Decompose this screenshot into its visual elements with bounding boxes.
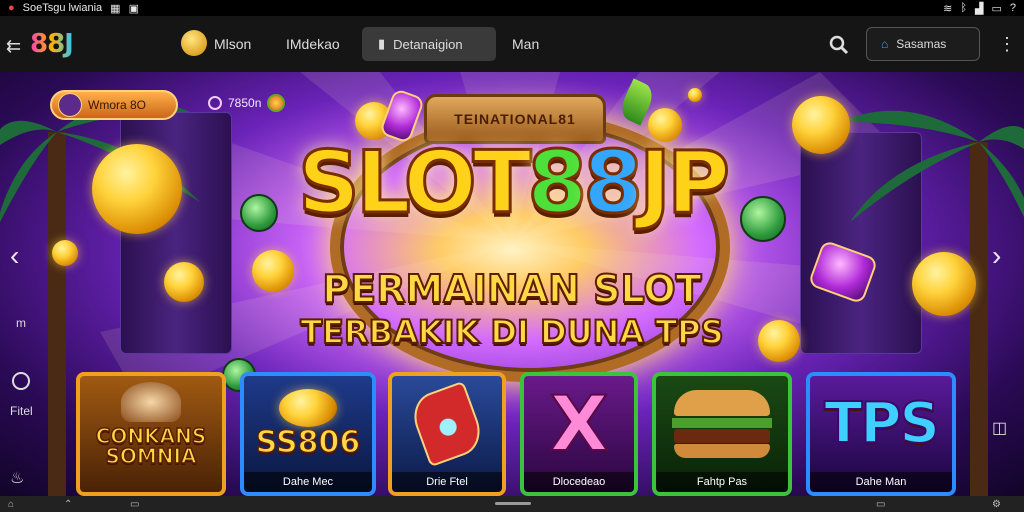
card-art: SS806 (244, 376, 372, 472)
photo-icon[interactable]: ◫ (992, 418, 1007, 438)
battery-icon: ▭ (991, 2, 1002, 15)
clock-icon[interactable] (12, 372, 30, 390)
card-label: Dlocedeao (524, 472, 634, 492)
green-gem (240, 194, 278, 232)
green-gem (740, 196, 786, 242)
next-arrow-icon[interactable]: › (992, 240, 1001, 272)
burger-icon (674, 390, 770, 416)
hero-subtitle-2: TERBAKIK DI DUNA TPS (299, 313, 724, 351)
grid-icon: ▦ (110, 2, 121, 15)
chip-icon (267, 94, 286, 112)
title-end: JP (638, 133, 732, 233)
nav-tab-label: Detanaigion (393, 36, 463, 52)
settings-icon[interactable]: ⚙ (992, 499, 1001, 510)
bonus-pill[interactable]: Wmora 8O (50, 90, 178, 120)
hero-title: SLOT88JP (292, 137, 732, 230)
gold-coin (912, 252, 976, 316)
game-card-6[interactable]: TPS Dahe Man (806, 372, 956, 496)
window-icon[interactable]: ▭ (876, 499, 885, 510)
gold-coin (92, 144, 182, 234)
nav-link-2[interactable]: IMdekao (286, 36, 340, 52)
gold-coin (52, 240, 78, 266)
avatar-icon (58, 93, 82, 117)
status-right-text: ? (1009, 2, 1016, 14)
user-icon: ⌂ (881, 37, 889, 51)
home-icon[interactable]: ⌂ (8, 499, 14, 510)
nav-link-1[interactable]: Mlson (214, 36, 251, 52)
status-left-text: SoeTsgu lwiania (22, 2, 103, 14)
status-bar: ● SoeTsgu lwiania ▦ ▣ ≋ ᛒ ▟ ▭ ? (0, 0, 1024, 16)
card-art: CONKANS SOMNIA (80, 376, 222, 472)
gold-coin (758, 320, 800, 362)
timer-text: 7850n (228, 96, 262, 110)
tabs-icon[interactable]: ▭ (130, 499, 139, 510)
title-blue: 8 (582, 133, 645, 233)
m-icon[interactable]: m (16, 316, 26, 330)
card-title: SS806 (255, 425, 361, 460)
card-art (656, 376, 788, 472)
gold-coin (792, 96, 850, 154)
card-label: Drie Ftel (392, 472, 502, 492)
book-icon: ▮ (378, 36, 386, 51)
clock-icon (208, 96, 222, 110)
signal-icon: ▟ (975, 2, 984, 15)
game-card-2[interactable]: SS806 Dahe Mec (240, 372, 376, 496)
home-indicator[interactable] (495, 502, 531, 505)
side-text: Fitel (10, 404, 33, 418)
up-icon[interactable]: ⌃ (64, 499, 72, 510)
game-card-5[interactable]: Fahtp Pas (652, 372, 792, 496)
burger-bun (674, 444, 770, 458)
game-card-1[interactable]: CONKANS SOMNIA (76, 372, 226, 496)
gold-coin (688, 88, 702, 102)
search-icon[interactable] (828, 34, 850, 56)
burger-patty (674, 429, 770, 443)
nav-link-3[interactable]: Man (512, 36, 539, 52)
site-logo[interactable]: 88J (30, 29, 74, 59)
cupcake-icon (121, 382, 181, 422)
card-art (392, 376, 502, 472)
top-navbar: ⇇ 88J Mlson IMdekao ▮ Detanaigion Man ⌂ … (0, 16, 1024, 72)
card-art: TPS (810, 376, 952, 472)
app-status-icon: ● (8, 2, 15, 14)
coin-icon (181, 30, 207, 56)
gold-coin (164, 262, 204, 302)
game-card-4[interactable]: X Dlocedeao (520, 372, 638, 496)
game-card-3[interactable]: Drie Ftel (388, 372, 506, 496)
bluetooth-icon: ᛒ (960, 2, 967, 14)
bottom-bar: ⌂ ⌃ ▭ ▭ ⚙ (0, 496, 1024, 512)
card-label: Dahe Man (810, 472, 952, 492)
hero-subtitle-1: PERMAINAN SLOT (321, 267, 702, 311)
card-title: CONKANS SOMNIA (95, 424, 207, 468)
menu-icon[interactable]: ⋮ (998, 34, 1016, 55)
card-label: Fahtp Pas (656, 472, 788, 492)
burger-lettuce (672, 418, 772, 428)
nav-tab-active[interactable]: ▮ Detanaigion (362, 27, 496, 61)
card-label: Dahe Mec (244, 472, 372, 492)
fire-icon[interactable]: ♨ (10, 468, 24, 488)
title-green: 8 (526, 133, 589, 233)
bonus-label: Wmora 8O (88, 98, 147, 112)
timer: 7850n (208, 94, 286, 112)
wifi-icon: ≋ (943, 2, 953, 15)
shield-icon (406, 380, 488, 468)
card-title: X (549, 379, 610, 468)
title-main: SLOT (296, 133, 532, 233)
prev-arrow-icon[interactable]: ‹ (10, 240, 19, 272)
card-title: TPS (823, 391, 941, 456)
back-arrow-icon[interactable]: ⇇ (6, 36, 21, 57)
hero-banner: Wmora 8O 7850n TEINATIONAL81 SLOT88JP PE… (0, 72, 1024, 496)
coin-stack-icon (279, 389, 337, 427)
card-art: X (524, 376, 634, 472)
map-icon: ▣ (128, 2, 139, 15)
signin-label: Sasamas (896, 37, 947, 51)
signin-button[interactable]: ⌂ Sasamas (866, 27, 980, 61)
